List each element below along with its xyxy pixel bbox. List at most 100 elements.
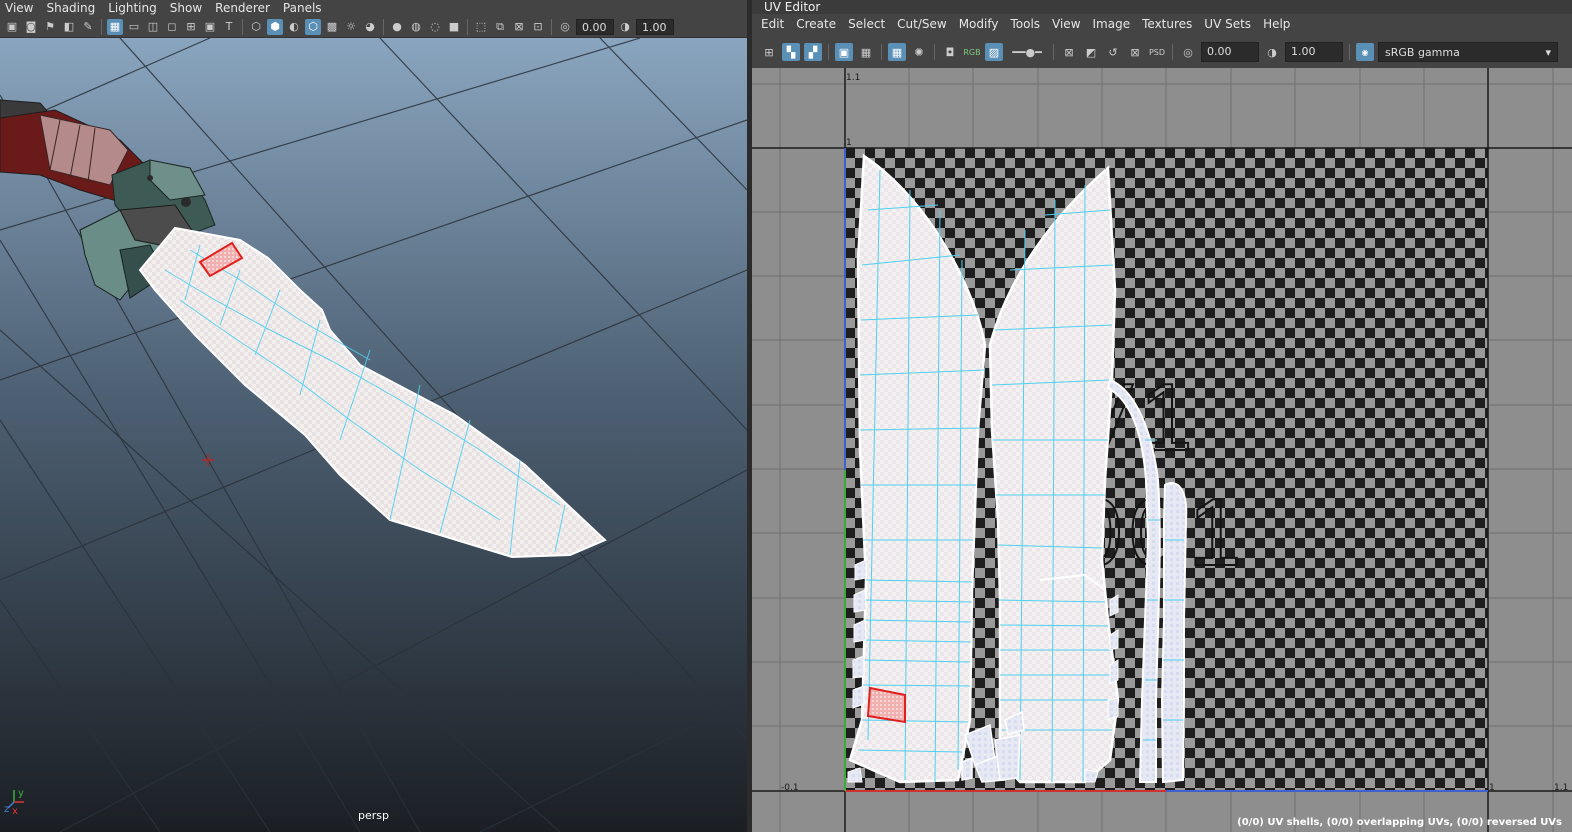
- uv-editor-toolbar: ⊞ ▚ ▞ ▣ ▦ ▦ ✺ ◘ RGB ▨ ━━●━ ⊠ ◩ ↺ ⊠ PSD ◎…: [752, 38, 1572, 66]
- uv-shell-icon[interactable]: ⊠: [1126, 43, 1144, 61]
- toolbar-separator: [467, 18, 468, 35]
- xray-icon[interactable]: ⧉: [492, 19, 508, 35]
- checker-icon[interactable]: ▦: [857, 43, 875, 61]
- uv-menu-modify[interactable]: Modify: [954, 17, 1006, 31]
- gate-mask-icon[interactable]: ◻: [164, 19, 180, 35]
- image-display-icon[interactable]: ▨: [985, 43, 1003, 61]
- default-material-icon[interactable]: ◐: [286, 19, 302, 35]
- uv-editor-panel[interactable]: UV Editor Edit Create Select Cut/Sew Mod…: [752, 0, 1572, 832]
- film-gate-icon[interactable]: ▭: [126, 19, 142, 35]
- uv-menu-cut-sew[interactable]: Cut/Sew: [892, 17, 954, 31]
- safe-title-icon[interactable]: T: [221, 19, 237, 35]
- axis-y-label: y: [18, 788, 24, 799]
- toolbar-separator: [881, 44, 882, 60]
- field-chart-icon[interactable]: ⊞: [183, 19, 199, 35]
- motion-blur-icon[interactable]: ◍: [408, 19, 424, 35]
- xray-joints-icon[interactable]: ⊠: [511, 19, 527, 35]
- psd-icon[interactable]: PSD: [1148, 43, 1166, 61]
- textured-icon[interactable]: ▩: [324, 19, 340, 35]
- repeat-image-icon[interactable]: ↺: [1104, 43, 1122, 61]
- resolution-gate-icon[interactable]: ◫: [145, 19, 161, 35]
- camera-attributes-icon[interactable]: ◙: [23, 19, 39, 35]
- uv-selected-face[interactable]: [866, 686, 906, 724]
- dim-slider-icon[interactable]: ━━●━: [1007, 43, 1047, 61]
- uv-editor-title: UV Editor: [752, 0, 1572, 14]
- viewport-toolbar: ▣ ◙ ⚑ ◧ ✎ ▦ ▭ ◫ ◻ ⊞ ▣ T ⬡ ⬢ ◐ ⬡ ▩ ☼ ◕ ● …: [0, 16, 747, 38]
- menu-view[interactable]: View: [0, 1, 41, 15]
- exposure-icon[interactable]: ◎: [557, 19, 573, 35]
- uv-menu-textures[interactable]: Textures: [1137, 17, 1199, 31]
- exposure-icon[interactable]: ◎: [1179, 43, 1197, 61]
- uv-menu-tools[interactable]: Tools: [1005, 17, 1047, 31]
- camera-label: persp: [358, 809, 389, 822]
- menu-panels[interactable]: Panels: [278, 1, 330, 15]
- toolbar-separator: [1349, 44, 1350, 60]
- grid-label-top: 1.1: [846, 73, 860, 83]
- toolbar-separator: [828, 44, 829, 60]
- pixel-snap-icon[interactable]: ✺: [910, 43, 928, 61]
- toolbar-separator: [1172, 44, 1173, 60]
- gamma-field[interactable]: 1.00: [636, 18, 674, 35]
- wireframe-on-shaded-icon[interactable]: ⬡: [305, 18, 321, 35]
- wireframe-icon[interactable]: ⬡: [248, 19, 264, 35]
- menu-lighting[interactable]: Lighting: [103, 1, 165, 15]
- lights-icon[interactable]: ☼: [343, 19, 359, 35]
- shadows-icon[interactable]: ◕: [362, 19, 378, 35]
- antialias-icon[interactable]: ◌: [427, 19, 443, 35]
- exposure-field[interactable]: 0.00: [576, 18, 614, 35]
- shaded-uv-icon[interactable]: ▚: [782, 43, 800, 61]
- image-range-icon[interactable]: ◩: [1082, 43, 1100, 61]
- image-plane-icon[interactable]: ◧: [61, 19, 77, 35]
- uv-editor-menubar: Edit Create Select Cut/Sew Modify Tools …: [752, 14, 1572, 34]
- toolbar-separator: [383, 18, 384, 35]
- uv-menu-edit[interactable]: Edit: [756, 17, 791, 31]
- grid-label-right-one: 1: [1489, 783, 1495, 793]
- uv-menu-view[interactable]: View: [1047, 17, 1087, 31]
- uv-distortion-icon[interactable]: ▣: [835, 43, 853, 61]
- gamma-icon[interactable]: ◑: [617, 19, 633, 35]
- uv-menu-help[interactable]: Help: [1258, 17, 1297, 31]
- uv-menu-image[interactable]: Image: [1088, 17, 1138, 31]
- toolbar-separator: [551, 18, 552, 35]
- uv-gamma-field[interactable]: 1.00: [1285, 42, 1343, 62]
- menu-show[interactable]: Show: [165, 1, 210, 15]
- menu-shading[interactable]: Shading: [41, 1, 103, 15]
- uv-status-bar: (0/0) UV shells, (0/0) overlapping UVs, …: [1237, 817, 1562, 828]
- grid-label-minus: -0.1: [781, 783, 799, 793]
- uv-menu-create[interactable]: Create: [791, 17, 843, 31]
- uv-tile-icon[interactable]: ⊞: [760, 43, 778, 61]
- toolbar-separator: [1053, 44, 1054, 60]
- toolbar-separator: [934, 44, 935, 60]
- uv-menu-select[interactable]: Select: [843, 17, 892, 31]
- tumble-icon[interactable]: ✎: [80, 19, 96, 35]
- depth-of-field-icon[interactable]: ■: [446, 19, 462, 35]
- camera-select-icon[interactable]: ▣: [4, 19, 20, 35]
- menu-renderer[interactable]: Renderer: [210, 1, 278, 15]
- filter-icon[interactable]: ⊠: [1060, 43, 1078, 61]
- viewport-panel[interactable]: View Shading Lighting Show Renderer Pane…: [0, 0, 747, 832]
- grid-label-right-top: 1.1: [1554, 783, 1568, 793]
- color-management-icon[interactable]: ◉: [1356, 43, 1374, 61]
- uv-canvas[interactable]: 1V1 1001: [752, 68, 1572, 832]
- gamma-icon[interactable]: ◑: [1263, 43, 1281, 61]
- viewport-scene[interactable]: y x z: [0, 38, 747, 832]
- safe-action-icon[interactable]: ▣: [202, 19, 218, 35]
- colorspace-value: sRGB gamma: [1385, 46, 1460, 59]
- grid-toggle-icon[interactable]: ▦: [888, 43, 906, 61]
- uv-exposure-field[interactable]: 0.00: [1201, 42, 1259, 62]
- texture-borders-icon[interactable]: ▞: [804, 43, 822, 61]
- ambient-occlusion-icon[interactable]: ●: [389, 19, 405, 35]
- isolate-select-icon[interactable]: ⬚: [473, 19, 489, 35]
- viewport-menubar: View Shading Lighting Show Renderer Pane…: [0, 0, 747, 16]
- grid-toggle-icon[interactable]: ▦: [107, 18, 123, 35]
- smooth-shade-icon[interactable]: ⬢: [267, 18, 283, 35]
- toolbar-separator: [101, 18, 102, 35]
- bookmark-icon[interactable]: ⚑: [42, 19, 58, 35]
- rgb-channels-icon[interactable]: RGB: [963, 43, 981, 61]
- snapshot-icon[interactable]: ◘: [941, 43, 959, 61]
- colorspace-dropdown[interactable]: sRGB gamma ▾: [1378, 42, 1558, 62]
- backface-icon[interactable]: ⊡: [530, 19, 546, 35]
- toolbar-separator: [242, 18, 243, 35]
- uv-menu-uv-sets[interactable]: UV Sets: [1199, 17, 1258, 31]
- grid-label-one: 1: [846, 138, 852, 148]
